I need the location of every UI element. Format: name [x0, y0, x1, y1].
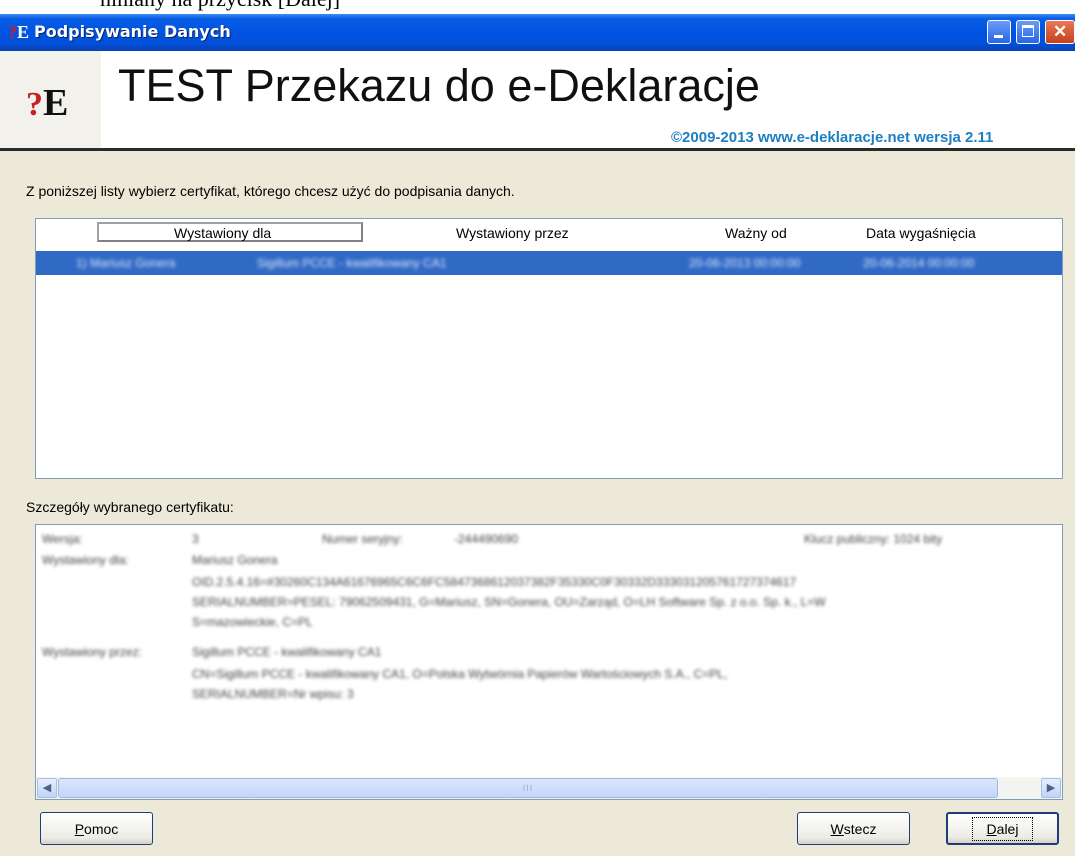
back-button[interactable]: Wstecz — [797, 812, 910, 845]
document-text-fragment: niniany na przycisk [Dalej] — [100, 0, 340, 12]
version-label: Wersja: — [42, 532, 83, 546]
banner-title: TEST Przekazu do e-Deklaracje — [118, 60, 760, 111]
issuer-name: Sigillum PCCE - kwalifikowany CA1 — [192, 645, 382, 659]
instruction-text: Z poniższej listy wybierz certyfikat, kt… — [26, 183, 515, 199]
certificate-row-selected[interactable]: 1) Mariusz Gonera Sigillum PCCE - kwalif… — [36, 251, 1062, 275]
cert-issued-for: 1) Mariusz Gonera — [76, 256, 176, 270]
serial-label: Numer seryjny: — [322, 532, 403, 546]
window-titlebar[interactable]: ?E Podpisywanie Danych — [0, 14, 1075, 51]
subject-line: SERIALNUMBER=PESEL: 79062509431, G=Mariu… — [192, 595, 826, 609]
issuer-line: CN=Sigillum PCCE - kwalifikowany CA1, O=… — [192, 667, 728, 681]
issuer-label: Wystawiony przez: — [42, 645, 142, 659]
column-header-valid-from[interactable]: Ważny od — [725, 225, 787, 241]
scrollbar-thumb[interactable]: III — [58, 778, 998, 798]
close-button[interactable] — [1045, 20, 1075, 44]
column-header-issued-by[interactable]: Wystawiony przez — [456, 225, 569, 241]
subject-line: OID.2.5.4.16=#30260C134A61676965C6C6FC58… — [192, 575, 797, 589]
cert-issued-by: Sigillum PCCE - kwalifikowany CA1 — [257, 256, 447, 270]
serial-value: -244490690 — [454, 532, 519, 546]
next-button[interactable]: Dalej — [946, 812, 1059, 845]
header-banner: ?E TEST Przekazu do e-Deklaracje ©2009-2… — [0, 51, 1075, 151]
scroll-left-arrow-icon[interactable]: ◀ — [37, 778, 57, 798]
e-deklaracje-logo: ?E — [0, 51, 101, 148]
public-key-value: Klucz publiczny: 1024 bity — [804, 532, 943, 546]
issuer-line: SERIALNUMBER=Nr wpisu: 3 — [192, 687, 354, 701]
list-header: Wystawiony dla Wystawiony przez Ważny od… — [36, 219, 1062, 249]
window-title: Podpisywanie Danych — [34, 22, 231, 41]
help-button[interactable]: Pomoc — [40, 812, 153, 845]
horizontal-scrollbar[interactable]: ◀ III ▶ — [36, 777, 1062, 799]
subject-name: Mariusz Gonera — [192, 553, 278, 567]
copyright-version: ©2009-2013 www.e-deklaracje.net wersja 2… — [671, 129, 994, 146]
subject-label: Wystawiony dla: — [42, 553, 129, 567]
version-value: 3 — [192, 532, 199, 546]
details-label: Szczegóły wybranego certyfikatu: — [26, 499, 234, 515]
cert-expires: 20-06-2014 00:00:00 — [863, 256, 975, 270]
column-header-issued-for[interactable]: Wystawiony dla — [174, 225, 271, 241]
scroll-right-arrow-icon[interactable]: ▶ — [1041, 778, 1061, 798]
app-logo-icon: ?E — [8, 22, 30, 42]
dialog-body: Z poniższej listy wybierz certyfikat, kt… — [0, 151, 1075, 856]
maximize-button[interactable] — [1016, 20, 1040, 44]
column-header-expiry-date[interactable]: Data wygaśnięcia — [866, 225, 976, 241]
certificate-details-box[interactable]: Wersja: 3 Numer seryjny: -244490690 Kluc… — [35, 524, 1063, 800]
certificate-list[interactable]: Wystawiony dla Wystawiony przez Ważny od… — [35, 218, 1063, 479]
minimize-button[interactable] — [987, 20, 1011, 44]
cert-valid-from: 20-06-2013 00:00:00 — [689, 256, 801, 270]
subject-line: S=mazowieckie, C=PL — [192, 615, 313, 629]
